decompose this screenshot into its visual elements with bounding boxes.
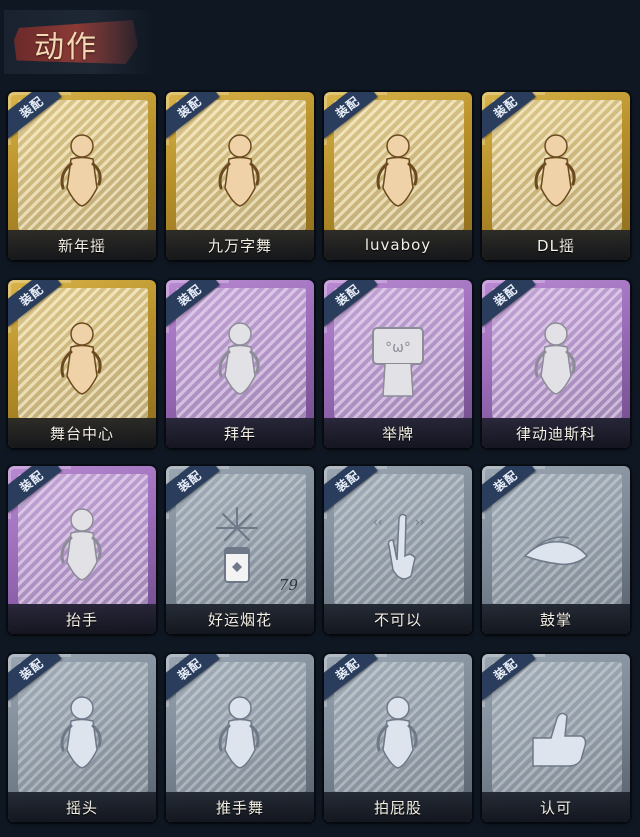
svg-text:°ω°: °ω° — [385, 340, 411, 356]
emote-name: 九万字舞 — [207, 236, 272, 255]
push-dance-figure-icon — [195, 688, 285, 778]
card-label-bar: 摇头 — [8, 792, 156, 822]
emote-name: 律动迪斯科 — [515, 424, 596, 443]
finger-wag-icon: ‹‹ ›› — [353, 500, 443, 590]
dance-figure-icon — [37, 314, 127, 404]
emote-card[interactable]: °ω° 装配 举牌 — [324, 280, 472, 448]
raise-hand-figure-icon — [37, 500, 127, 590]
svg-text:‹‹: ‹‹ — [373, 515, 383, 529]
emote-name: 新年摇 — [57, 236, 106, 255]
card-label-bar: 新年摇 — [8, 230, 156, 260]
emote-name: 推手舞 — [215, 798, 264, 817]
card-label-bar: 抬手 — [8, 604, 156, 634]
card-label-bar: 认可 — [482, 792, 630, 822]
emote-name: 举牌 — [381, 424, 414, 443]
emote-card[interactable]: 装配 luvaboy — [324, 92, 472, 260]
svg-text:››: ›› — [415, 515, 425, 529]
emote-grid: 装配新年摇 装配九万字舞 装配luvaboy 装配DL摇 装配舞台中心 — [0, 0, 640, 837]
emote-card[interactable]: 装配 拜年 — [166, 280, 314, 448]
card-label-bar: 鼓掌 — [482, 604, 630, 634]
emote-card[interactable]: 装配 DL摇 — [482, 92, 630, 260]
card-label-bar: 不可以 — [324, 604, 472, 634]
dance-figure-icon — [37, 126, 127, 216]
thumbs-up-icon — [511, 688, 601, 778]
card-label-bar: 推手舞 — [166, 792, 314, 822]
head-shake-figure-icon — [37, 688, 127, 778]
item-count: 79 — [278, 576, 298, 594]
emote-card[interactable]: 装配 九万字舞 — [166, 92, 314, 260]
emote-name: DL摇 — [537, 236, 575, 255]
card-label-bar: 拜年 — [166, 418, 314, 448]
emote-card[interactable]: 装配 认可 — [482, 654, 630, 822]
disco-figure-icon — [511, 314, 601, 404]
emote-card[interactable]: 装配 拍屁股 — [324, 654, 472, 822]
emote-name: 好运烟花 — [207, 610, 272, 629]
emote-name: 舞台中心 — [49, 424, 114, 443]
emote-card[interactable]: 装配 摇头 — [8, 654, 156, 822]
card-label-bar: luvaboy — [324, 230, 472, 260]
card-label-bar: 好运烟花 — [166, 604, 314, 634]
emote-card[interactable]: ‹‹ ›› 装配 不可以 — [324, 466, 472, 634]
emote-card[interactable]: 装配 舞台中心 — [8, 280, 156, 448]
dance-figure-icon — [195, 126, 285, 216]
dance-figure-icon — [511, 126, 601, 216]
firework-icon — [195, 500, 285, 590]
emote-name: 认可 — [539, 798, 572, 817]
emote-name: 抬手 — [65, 610, 98, 629]
emote-card[interactable]: 装配 律动迪斯科 — [482, 280, 630, 448]
emote-name: 摇头 — [65, 798, 98, 817]
card-label-bar: DL摇 — [482, 230, 630, 260]
emote-card[interactable]: 装配 鼓掌 — [482, 466, 630, 634]
emote-name: 鼓掌 — [539, 610, 572, 629]
card-label-bar: 律动迪斯科 — [482, 418, 630, 448]
sign-holding-icon: °ω° — [353, 314, 443, 404]
emote-name: 拍屁股 — [373, 798, 422, 817]
card-label-bar: 举牌 — [324, 418, 472, 448]
emote-card[interactable]: 装配 新年摇 — [8, 92, 156, 260]
emote-name: 不可以 — [373, 610, 422, 629]
emote-card[interactable]: 装配 推手舞 — [166, 654, 314, 822]
emote-name: luvaboy — [364, 236, 432, 254]
emote-card[interactable]: 79 装配 好运烟花 — [166, 466, 314, 634]
card-label-bar: 舞台中心 — [8, 418, 156, 448]
emote-name: 拜年 — [223, 424, 256, 443]
card-label-bar: 拍屁股 — [324, 792, 472, 822]
card-label-bar: 九万字舞 — [166, 230, 314, 260]
spank-figure-icon — [353, 688, 443, 778]
emote-card[interactable]: 装配 抬手 — [8, 466, 156, 634]
bow-figure-icon — [195, 314, 285, 404]
clap-icon — [511, 500, 601, 590]
dance-figure-icon — [353, 126, 443, 216]
